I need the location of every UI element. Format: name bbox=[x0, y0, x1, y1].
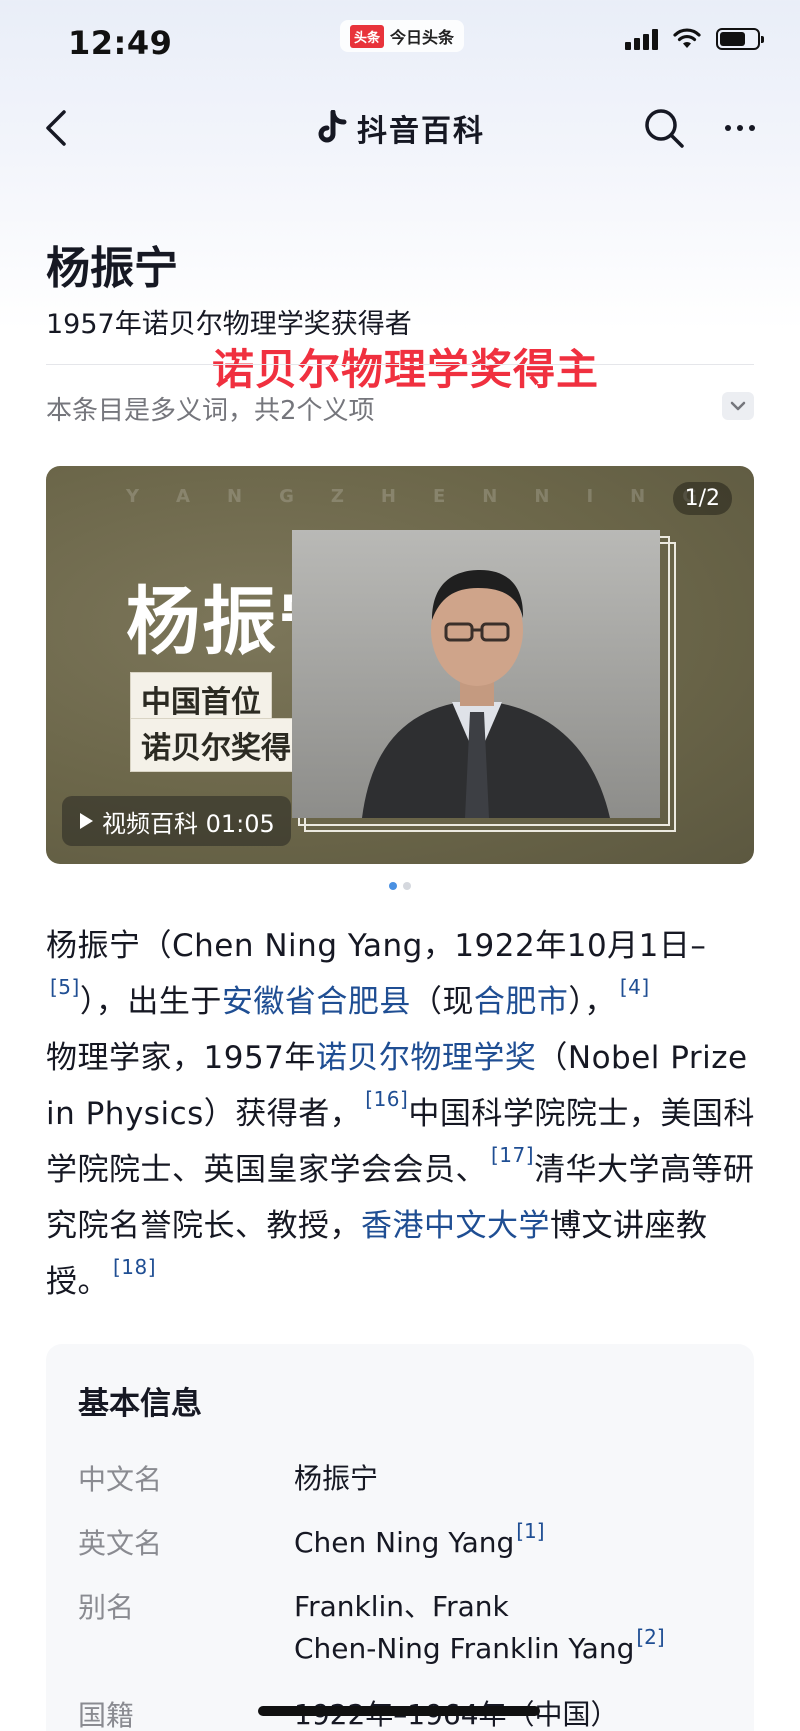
portrait-photo bbox=[292, 530, 660, 818]
citation-link[interactable]: [1] bbox=[516, 1519, 544, 1543]
battery-icon bbox=[716, 28, 764, 50]
play-icon bbox=[80, 813, 93, 829]
info-value: 杨振宁 bbox=[294, 1462, 379, 1495]
intro-paragraph: 杨振宁（Chen Ning Yang，1922年10月1日– [5]），出生于安… bbox=[46, 918, 758, 1310]
chevron-down-icon bbox=[730, 401, 746, 411]
link-cuhk[interactable]: 香港中文大学 bbox=[361, 1208, 550, 1244]
status-time: 12:49 bbox=[68, 24, 173, 62]
divider bbox=[46, 364, 754, 365]
search-icon[interactable] bbox=[640, 104, 688, 152]
citation-link[interactable]: [16] bbox=[365, 1087, 408, 1111]
more-options-icon[interactable] bbox=[716, 104, 764, 152]
info-value: Chen-Ning Franklin Yang bbox=[294, 1632, 635, 1665]
play-video-button[interactable]: 视频百科 01:05 bbox=[62, 796, 291, 846]
info-row-chinese-name: 中文名 杨振宁 bbox=[78, 1458, 378, 1500]
carousel-dot[interactable] bbox=[403, 882, 411, 890]
cellular-signal-icon bbox=[625, 28, 658, 50]
intro-text: （现 bbox=[410, 984, 474, 1020]
navigation-bar: 抖音百科 bbox=[0, 92, 800, 164]
status-bar: 12:49 头条 今日头条 bbox=[0, 0, 800, 80]
page-counter: 1/2 bbox=[672, 482, 732, 515]
source-app-logo: 头条 bbox=[350, 24, 385, 48]
intro-text: 杨振宁（Chen Ning Yang，1922年10月1日– bbox=[46, 928, 707, 964]
video-card[interactable]: YA NG ZH EN NI NG 杨振宁 中国首位 诺贝尔奖得主 1/2 视频… bbox=[46, 466, 754, 864]
overlay-caption: 诺贝尔物理学奖得主 bbox=[212, 345, 600, 394]
citation-link[interactable]: [2] bbox=[636, 1625, 664, 1649]
portrait-illustration bbox=[362, 570, 610, 818]
source-app-badge[interactable]: 头条 今日头条 bbox=[340, 20, 465, 52]
info-value: Franklin、Frank bbox=[294, 1590, 509, 1623]
wifi-icon bbox=[673, 28, 701, 48]
info-value: Chen Ning Yang bbox=[294, 1526, 515, 1559]
expand-button[interactable] bbox=[722, 392, 754, 420]
citation-link[interactable]: [5] bbox=[50, 975, 80, 999]
info-row-alias: 别名 Franklin、Frank Chen-Ning Franklin Yan… bbox=[78, 1586, 665, 1670]
basic-info-box: 基本信息 中文名 杨振宁 英文名 Chen Ning Yang [1] 别名 Fr… bbox=[46, 1344, 754, 1731]
info-row-english-name: 英文名 Chen Ning Yang [1] bbox=[78, 1519, 545, 1564]
home-indicator[interactable] bbox=[258, 1706, 540, 1716]
info-label: 英文名 bbox=[78, 1527, 163, 1560]
watermark-letters: YA NG ZH EN NI NG bbox=[126, 486, 699, 507]
ambiguity-note[interactable]: 本条目是多义词，共2个义项 bbox=[46, 390, 375, 427]
play-label: 视频百科 01:05 bbox=[102, 809, 275, 838]
citation-link[interactable]: [17] bbox=[491, 1143, 534, 1167]
douyin-logo-icon bbox=[318, 110, 347, 143]
nav-title-text: 抖音百科 bbox=[357, 114, 485, 149]
intro-text: 物理学家，1957年 bbox=[46, 1040, 316, 1076]
info-box-title: 基本信息 bbox=[78, 1386, 202, 1422]
page-title: 杨振宁 bbox=[46, 243, 178, 294]
citation-link[interactable]: [4] bbox=[620, 975, 650, 999]
intro-text: ）， bbox=[568, 984, 616, 1020]
intro-text: ），出生于 bbox=[79, 984, 222, 1020]
link-city[interactable]: 合肥市 bbox=[474, 984, 569, 1020]
link-birthplace[interactable]: 安徽省合肥县 bbox=[222, 984, 411, 1020]
citation-link[interactable]: [18] bbox=[113, 1255, 156, 1279]
source-app-name: 今日头条 bbox=[390, 28, 455, 47]
info-label: 别名 bbox=[78, 1591, 135, 1624]
carousel-dot-active[interactable] bbox=[389, 882, 397, 890]
status-icons bbox=[625, 28, 764, 50]
carousel-dots[interactable] bbox=[389, 882, 411, 890]
link-nobel-prize[interactable]: 诺贝尔物理学奖 bbox=[316, 1040, 537, 1076]
info-label: 中文名 bbox=[78, 1463, 163, 1496]
